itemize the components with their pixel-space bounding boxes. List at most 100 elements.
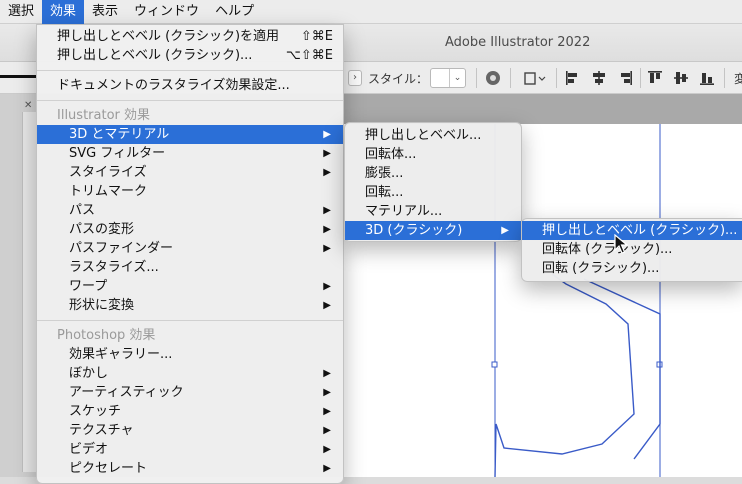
menu-item-label: 効果ギャラリー... [69, 347, 173, 362]
last-effect-item[interactable]: 押し出しとベベル (クラシック)... ⌥⇧⌘E [37, 46, 343, 65]
menu-item-texture[interactable]: テクスチャ ▶ [37, 421, 343, 440]
menu-window[interactable]: ウィンドウ [126, 0, 207, 24]
divider [476, 68, 477, 88]
menu-select[interactable]: 選択 [0, 0, 42, 24]
divider [510, 68, 511, 88]
menu-separator [37, 320, 343, 321]
menu-item-inflate[interactable]: 膨張... [345, 164, 521, 183]
menu-item-extrude-bevel-classic[interactable]: 押し出しとベベル (クラシック)... [522, 221, 742, 240]
illustrator-effects-header: Illustrator 効果 [57, 108, 151, 123]
align-vertical-center-icon[interactable] [672, 69, 690, 87]
menu-item-label: SVG フィルター [69, 146, 166, 161]
submenu-arrow-icon: ▶ [323, 205, 331, 216]
submenu-arrow-icon: ▶ [323, 129, 331, 140]
menu-item-stylize[interactable]: スタイライズ ▶ [37, 163, 343, 182]
menu-item-rotate[interactable]: 回転... [345, 183, 521, 202]
submenu-arrow-icon: ▶ [323, 387, 331, 398]
menu-help[interactable]: ヘルプ [207, 0, 262, 24]
menu-item-trim-marks[interactable]: トリムマーク [37, 182, 343, 201]
submenu-arrow-icon: ▶ [323, 444, 331, 455]
align-right-icon[interactable] [616, 69, 634, 87]
style-label: スタイル： [368, 72, 429, 86]
menu-item-label: 3D (クラシック) [365, 223, 463, 238]
photoshop-effects-header: Photoshop 効果 [57, 328, 156, 343]
shortcut: ⇧⌘E [300, 29, 333, 44]
menu-item-revolve[interactable]: 回転体... [345, 145, 521, 164]
divider [556, 68, 557, 88]
chevron-right-icon[interactable]: › [348, 70, 362, 86]
effect-menu: 押し出しとベベル (クラシック)を適用 ⇧⌘E 押し出しとベベル (クラシック)… [36, 24, 344, 484]
menu-item-3d-classic[interactable]: 3D (クラシック) ▶ [345, 221, 521, 240]
transform-label[interactable]: 変 [734, 70, 742, 87]
menu-item-label: ワープ [69, 279, 108, 294]
submenu-arrow-icon: ▶ [323, 243, 331, 254]
align-bottom-icon[interactable] [698, 69, 716, 87]
menu-item-svg-filters[interactable]: SVG フィルター ▶ [37, 144, 343, 163]
divider [640, 68, 641, 88]
menu-item-distort-transform[interactable]: パスの変形 ▶ [37, 220, 343, 239]
align-top-icon[interactable] [646, 69, 664, 87]
menu-item-label: 押し出しとベベル (クラシック)を適用 [57, 29, 280, 44]
menu-item-label: スケッチ [69, 404, 122, 419]
menu-item-pathfinder[interactable]: パスファインダー ▶ [37, 239, 343, 258]
submenu-arrow-icon: ▶ [323, 406, 331, 417]
menu-item-rotate-classic[interactable]: 回転 (クラシック)... [522, 259, 742, 278]
submenu-3d-materials: 押し出しとベベル... 回転体... 膨張... 回転... マテリアル... … [344, 122, 522, 242]
submenu-arrow-icon: ▶ [323, 368, 331, 379]
left-panel: ✕ [0, 94, 36, 477]
submenu-arrow-icon: ▶ [323, 300, 331, 311]
menu-item-rasterize[interactable]: ラスタライズ... [37, 258, 343, 277]
menu-item-label: 押し出しとベベル (クラシック)... [57, 48, 253, 63]
menu-item-artistic[interactable]: アーティスティック ▶ [37, 383, 343, 402]
menu-separator [37, 70, 343, 71]
menu-item-extrude-bevel[interactable]: 押し出しとベベル... [345, 126, 521, 145]
menu-effect[interactable]: 効果 [42, 0, 85, 24]
close-icon[interactable]: ✕ [24, 100, 32, 111]
menu-item-label: パス [69, 203, 96, 218]
menu-view[interactable]: 表示 [84, 0, 126, 24]
menu-item-label: スタイライズ [69, 165, 147, 180]
align-left-icon[interactable] [564, 69, 582, 87]
menu-item-3d-materials[interactable]: 3D とマテリアル ▶ [37, 125, 343, 144]
menu-item-label: アーティスティック [69, 385, 184, 400]
menu-item-effect-gallery[interactable]: 効果ギャラリー... [37, 345, 343, 364]
style-swatch-dropdown[interactable]: ⌄ [430, 68, 466, 88]
menu-separator [37, 100, 343, 101]
mouse-pointer-icon [614, 234, 628, 254]
menu-item-label: 3D とマテリアル [69, 127, 170, 142]
raster-effect-settings-item[interactable]: ドキュメントのラスタライズ効果設定... [37, 76, 343, 95]
menu-item-sketch[interactable]: スケッチ ▶ [37, 402, 343, 421]
submenu-arrow-icon: ▶ [323, 463, 331, 474]
stroke-preview[interactable] [0, 75, 36, 78]
divider [724, 68, 725, 88]
menu-item-convert-to-shape[interactable]: 形状に変換 ▶ [37, 296, 343, 315]
submenu-arrow-icon: ▶ [323, 148, 331, 159]
menu-item-materials[interactable]: マテリアル... [345, 202, 521, 221]
submenu-arrow-icon: ▶ [323, 167, 331, 178]
menu-item-revolve-classic[interactable]: 回転体 (クラシック)... [522, 240, 742, 259]
align-to-icon[interactable] [522, 69, 548, 87]
menu-item-label: パスファインダー [69, 241, 174, 256]
window-title: Adobe Illustrator 2022 [445, 35, 591, 50]
menu-item-pixelate[interactable]: ピクセレート ▶ [37, 459, 343, 478]
panel-tab[interactable] [22, 112, 36, 472]
chevron-down-icon: ⌄ [449, 69, 465, 87]
menu-item-label: ラスタライズ... [69, 260, 159, 275]
menu-item-warp[interactable]: ワープ ▶ [37, 277, 343, 296]
recolor-artwork-icon[interactable] [484, 69, 502, 87]
submenu-arrow-icon: ▶ [501, 225, 509, 236]
apply-last-effect-item[interactable]: 押し出しとベベル (クラシック)を適用 ⇧⌘E [37, 27, 343, 46]
menu-item-label: トリムマーク [69, 184, 148, 199]
menu-item-label: パスの変形 [69, 222, 135, 237]
menu-item-label: 形状に変換 [69, 298, 135, 313]
menu-item-label: ピクセレート [69, 461, 148, 476]
menubar: 選択 効果 表示 ウィンドウ ヘルプ [0, 0, 742, 24]
align-horizontal-center-icon[interactable] [590, 69, 608, 87]
menu-item-path[interactable]: パス ▶ [37, 201, 343, 220]
menu-item-label: ビデオ [69, 442, 109, 457]
menu-item-label: テクスチャ [69, 423, 134, 438]
submenu-3d-classic: 押し出しとベベル (クラシック)... 回転体 (クラシック)... 回転 (ク… [521, 218, 742, 282]
menu-item-video[interactable]: ビデオ ▶ [37, 440, 343, 459]
menu-item-blur[interactable]: ぼかし ▶ [37, 364, 343, 383]
submenu-arrow-icon: ▶ [323, 281, 331, 292]
